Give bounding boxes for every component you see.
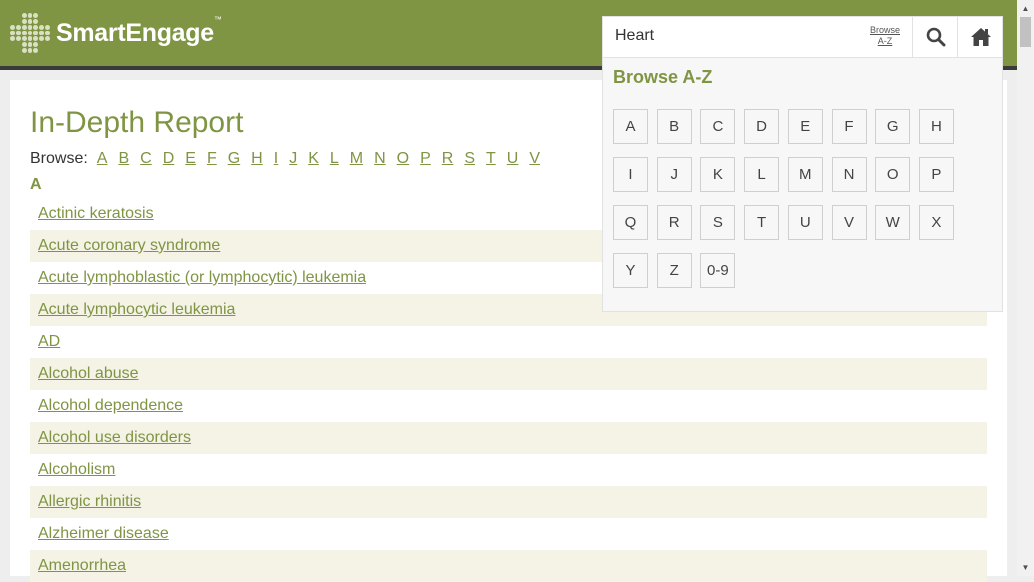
browse-letter-link[interactable]: G — [228, 150, 240, 168]
browse-letter-button[interactable]: W — [875, 205, 911, 240]
browse-letter-button[interactable]: K — [700, 157, 736, 192]
list-item: Alcohol use disorders — [30, 422, 987, 454]
scroll-down-arrow-icon[interactable]: ▼ — [1017, 559, 1034, 576]
list-item: Allergic rhinitis — [30, 486, 987, 518]
browse-letter-button[interactable]: H — [918, 109, 954, 144]
browse-letter-button[interactable]: U — [787, 205, 823, 240]
search-button[interactable] — [912, 17, 958, 57]
browse-letter-link[interactable]: A — [97, 150, 108, 168]
scroll-thumb[interactable] — [1020, 17, 1031, 47]
browse-letter-button[interactable]: T — [744, 205, 780, 240]
browse-letter-button[interactable]: L — [744, 157, 780, 192]
topic-link[interactable]: Alzheimer disease — [38, 525, 169, 542]
browse-letter-link[interactable]: R — [442, 150, 454, 168]
browse-letter-link[interactable]: T — [486, 150, 496, 168]
browse-letter-button[interactable]: S — [700, 205, 736, 240]
browse-letter-button[interactable]: O — [875, 157, 911, 192]
browse-letter-link[interactable]: J — [289, 150, 297, 168]
logo[interactable]: SmartEngage™ — [10, 13, 222, 53]
browse-letter-button[interactable]: Y — [613, 253, 648, 288]
topic-link[interactable]: Alcoholism — [38, 461, 115, 478]
browse-letter-link[interactable]: H — [251, 150, 263, 168]
search-dropdown: BrowseA-Z Browse A-Z ABCDEFGH IJKLMNOP QRS… — [602, 16, 1003, 312]
topic-link[interactable]: Acute lymphocytic leukemia — [38, 301, 235, 318]
scroll-up-arrow-icon[interactable]: ▲ — [1017, 0, 1034, 17]
browse-az-link[interactable]: Browse A-Z — [865, 25, 905, 47]
home-icon — [970, 28, 991, 46]
home-button[interactable] — [957, 17, 1003, 57]
section-heading-letter: A — [30, 176, 42, 193]
browse-letter-button[interactable]: V — [831, 205, 867, 240]
browse-letter-button[interactable]: C — [700, 109, 736, 144]
browse-letter-button[interactable]: Q — [613, 205, 648, 240]
page-title: In-Depth Report — [30, 106, 244, 139]
logo-text: SmartEngage™ — [56, 14, 222, 47]
browse-letter-link[interactable]: N — [374, 150, 386, 168]
list-item: Alcohol dependence — [30, 390, 987, 422]
topic-link[interactable]: Alcohol abuse — [38, 365, 139, 382]
browse-letter-button[interactable]: P — [918, 157, 954, 192]
list-item: Alcohol abuse — [30, 358, 987, 390]
browse-letter-button[interactable]: I — [613, 157, 648, 192]
browse-letter-link[interactable]: K — [308, 150, 319, 168]
logo-mark-icon — [10, 13, 50, 53]
topic-link[interactable]: Acute lymphoblastic (or lymphocytic) leu… — [38, 269, 366, 286]
browse-letter-link[interactable]: V — [529, 150, 540, 168]
browse-panel-title: Browse A-Z — [613, 67, 713, 87]
search-input[interactable] — [613, 26, 857, 46]
topic-link[interactable]: Alcohol dependence — [38, 397, 183, 414]
browse-letter-link[interactable]: M — [350, 150, 363, 168]
topic-link[interactable]: Amenorrhea — [38, 557, 126, 574]
browse-label: Browse: — [30, 150, 88, 167]
topic-link[interactable]: Actinic keratosis — [38, 205, 154, 222]
browse-letter-link[interactable]: C — [140, 150, 152, 168]
topic-link[interactable]: Acute coronary syndrome — [38, 237, 220, 254]
browse-letter-button[interactable]: E — [787, 109, 823, 144]
list-item: Alzheimer disease — [30, 518, 987, 550]
browse-letter-button[interactable]: Z — [656, 253, 692, 288]
search-icon — [926, 27, 945, 47]
browse-letter-button[interactable]: 0-9 — [700, 253, 736, 288]
browse-letter-button[interactable]: D — [744, 109, 780, 144]
list-item: AD — [30, 326, 987, 358]
topic-link[interactable]: AD — [38, 333, 60, 350]
browse-letter-bar: Browse: ABCDEFGHIJKLMNOPRSTUV — [30, 150, 551, 168]
browse-letter-link[interactable]: U — [507, 150, 519, 168]
browse-letter-link[interactable]: D — [163, 150, 175, 168]
browse-letter-link[interactable]: F — [207, 150, 217, 168]
browse-letter-button[interactable]: J — [656, 157, 692, 192]
browse-letter-link[interactable]: S — [464, 150, 475, 168]
browse-letter-link[interactable]: I — [274, 150, 278, 168]
browse-letter-link[interactable]: P — [420, 150, 431, 168]
topic-link[interactable]: Allergic rhinitis — [38, 493, 141, 510]
browse-letter-button[interactable]: B — [656, 109, 692, 144]
search-bar: BrowseA-Z — [603, 17, 1002, 58]
browse-letter-button[interactable]: G — [875, 109, 911, 144]
list-item: Amenorrhea — [30, 550, 987, 582]
browse-letter-button[interactable]: X — [918, 205, 954, 240]
vertical-scrollbar[interactable]: ▲ ▼ — [1017, 0, 1034, 576]
browse-letter-button[interactable]: M — [787, 157, 823, 192]
browse-letter-button[interactable]: F — [831, 109, 867, 144]
topic-link[interactable]: Alcohol use disorders — [38, 429, 191, 446]
browse-letter-link[interactable]: L — [330, 150, 339, 168]
browse-letter-link[interactable]: B — [118, 150, 129, 168]
browse-letter-button[interactable]: R — [656, 205, 692, 240]
list-item: Alcoholism — [30, 454, 987, 486]
browse-letter-button[interactable]: N — [831, 157, 867, 192]
browse-letter-link[interactable]: O — [397, 150, 409, 168]
browse-letter-button[interactable]: A — [613, 109, 648, 144]
browse-letter-link[interactable]: E — [185, 150, 196, 168]
